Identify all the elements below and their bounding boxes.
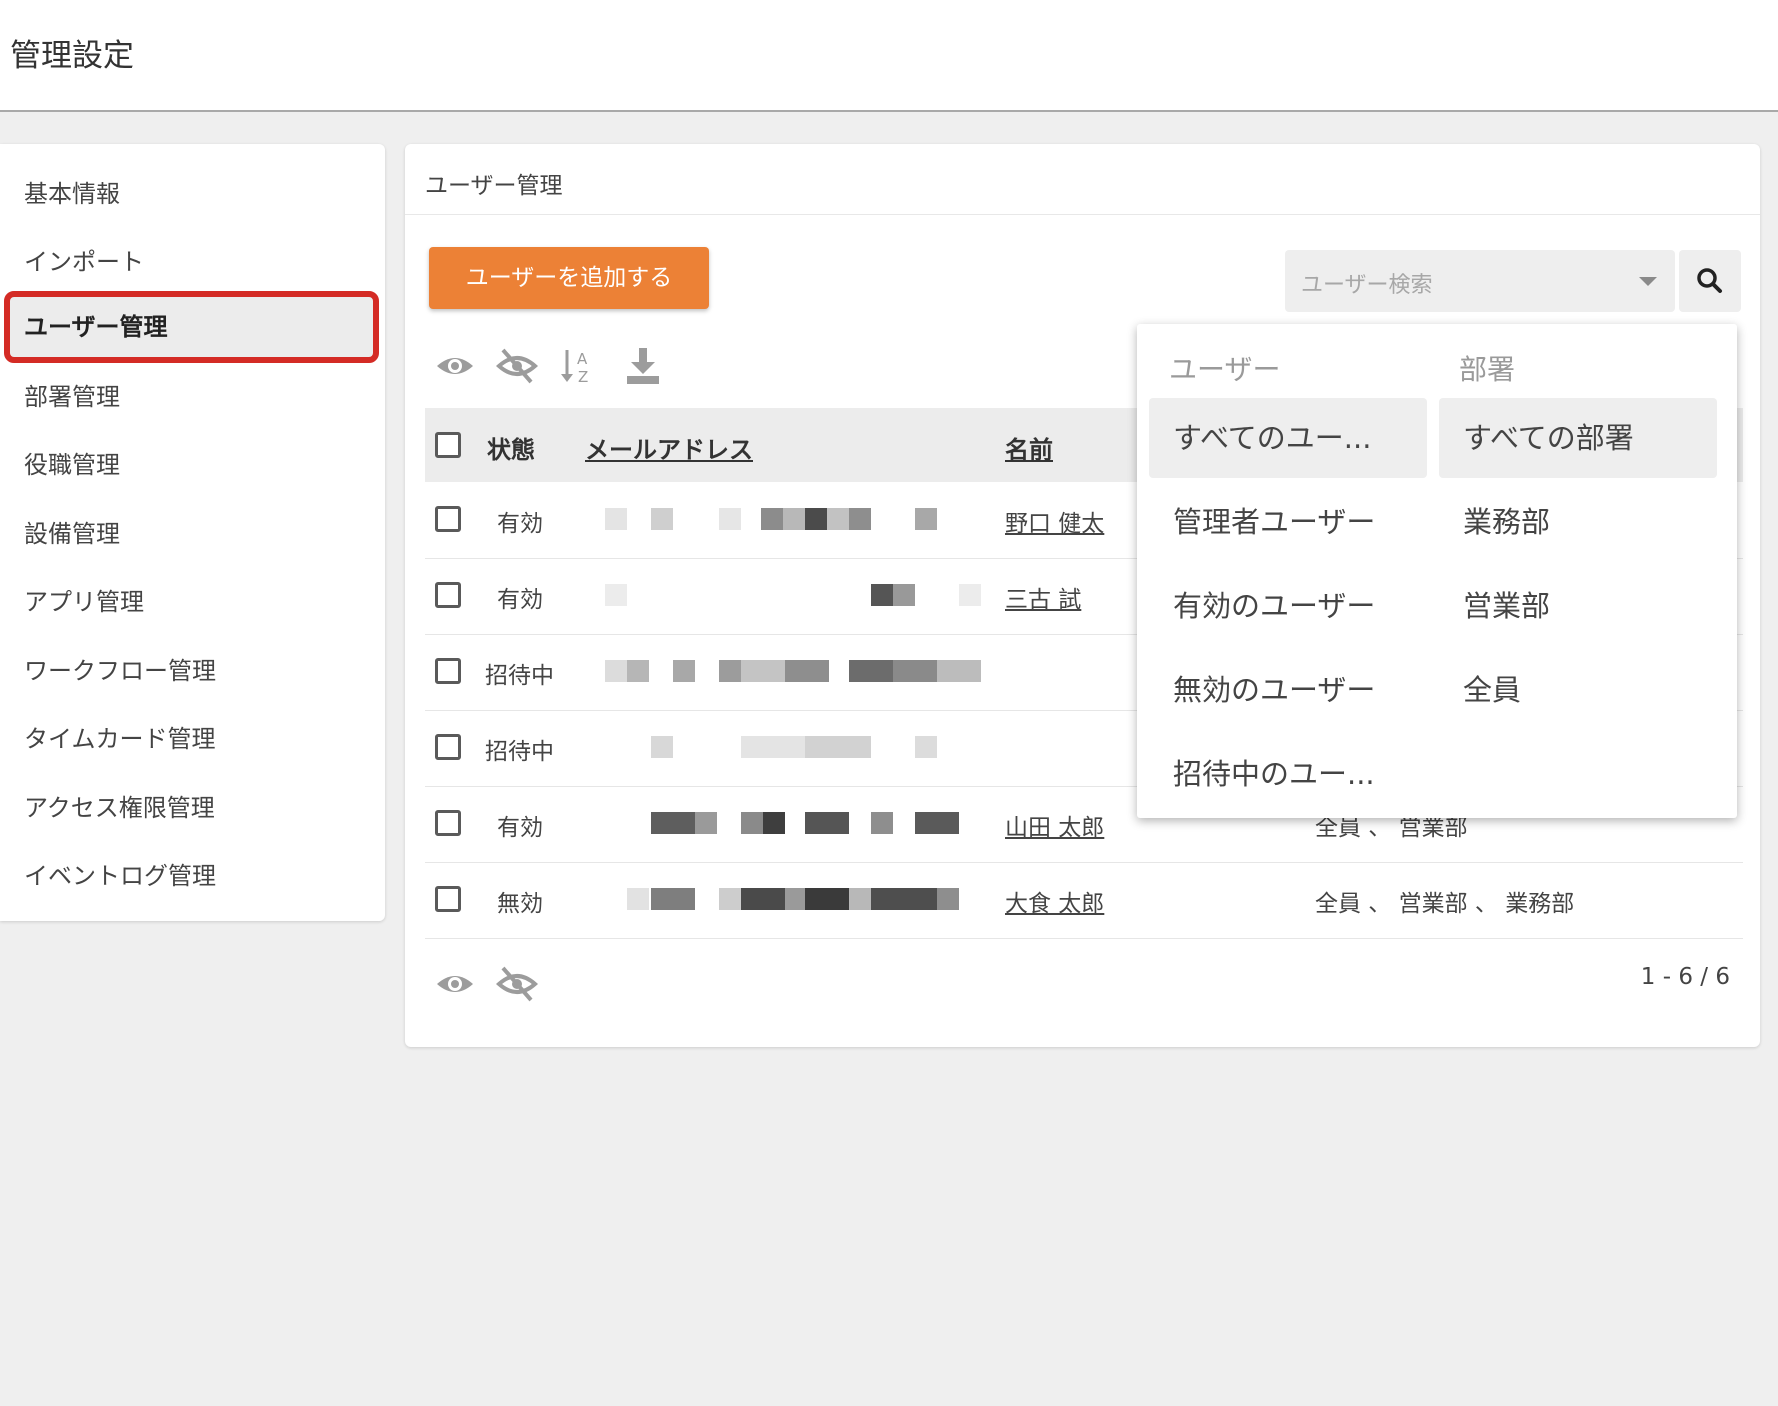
filter-dept-everyone[interactable]: 全員 xyxy=(1439,650,1717,730)
sidebar-item-app-management[interactable]: アプリ管理 xyxy=(24,582,364,622)
download-icon[interactable] xyxy=(621,344,665,388)
filter-user-invited[interactable]: 招待中のユー... xyxy=(1149,734,1427,814)
eye-off-icon[interactable] xyxy=(495,962,539,1006)
sidebar-item-basic-info[interactable]: 基本情報 xyxy=(24,174,364,214)
caret-down-icon[interactable] xyxy=(1639,277,1657,286)
sidebar: 基本情報 インポート ユーザー管理 部署管理 役職管理 設備管理 アプリ管理 ワ… xyxy=(0,144,385,921)
eye-off-icon[interactable] xyxy=(495,344,539,388)
row-checkbox[interactable] xyxy=(435,658,461,684)
email-redacted xyxy=(605,508,995,532)
column-status[interactable]: 状態 xyxy=(487,430,535,465)
pagination-count: 1 - 6 / 6 xyxy=(1640,964,1730,990)
filter-dept-all[interactable]: すべての部署 xyxy=(1439,398,1717,478)
select-all-checkbox[interactable] xyxy=(435,432,461,458)
page-title: 管理設定 xyxy=(10,38,134,74)
row-name-link[interactable]: 山田 太郎 xyxy=(1005,808,1104,842)
column-name[interactable]: 名前 xyxy=(1005,430,1053,465)
row-status: 有効 xyxy=(497,511,543,537)
sidebar-item-user-management[interactable]: ユーザー管理 xyxy=(24,307,364,347)
email-redacted xyxy=(605,736,995,760)
user-column-title: ユーザー xyxy=(1169,353,1281,386)
search-icon xyxy=(1697,268,1722,293)
sidebar-item-eventlog-management[interactable]: イベントログ管理 xyxy=(24,856,364,896)
row-name-link[interactable]: 大食 太郎 xyxy=(1005,884,1104,918)
email-redacted xyxy=(605,888,995,912)
top-bar: 管理設定 xyxy=(0,0,1778,112)
row-status: 有効 xyxy=(497,815,543,841)
row-status: 招待中 xyxy=(485,663,554,689)
eye-icon[interactable] xyxy=(433,962,477,1006)
sidebar-item-equipment-management[interactable]: 設備管理 xyxy=(24,514,364,554)
email-redacted xyxy=(605,584,995,608)
filter-user-all[interactable]: すべてのユー... xyxy=(1149,398,1427,478)
row-status: 無効 xyxy=(497,891,543,917)
row-checkbox[interactable] xyxy=(435,810,461,836)
panel-title: ユーザー管理 xyxy=(425,173,563,199)
row-checkbox[interactable] xyxy=(435,582,461,608)
search-placeholder: ユーザー検索 xyxy=(1301,273,1433,298)
filter-dept-sales[interactable]: 営業部 xyxy=(1439,566,1717,646)
search-filter-dropdown: ユーザー 部署 すべてのユー... 管理者ユーザー 有効のユーザー 無効のユーザ… xyxy=(1137,324,1737,818)
filter-dept-business[interactable]: 業務部 xyxy=(1439,482,1717,562)
sidebar-item-import[interactable]: インポート xyxy=(24,242,364,282)
filter-user-active[interactable]: 有効のユーザー xyxy=(1149,566,1427,646)
email-redacted xyxy=(605,660,995,684)
row-checkbox[interactable] xyxy=(435,506,461,532)
row-checkbox[interactable] xyxy=(435,886,461,912)
department-column-title: 部署 xyxy=(1459,353,1516,386)
sidebar-item-timecard-management[interactable]: タイムカード管理 xyxy=(24,719,364,759)
row-status: 招待中 xyxy=(485,739,554,765)
search-button[interactable] xyxy=(1679,250,1741,312)
row-status: 有効 xyxy=(497,587,543,613)
svg-text:Z: Z xyxy=(578,368,588,386)
svg-text:A: A xyxy=(577,350,588,368)
row-department: 全員 、 営業部 、 業務部 xyxy=(1315,891,1575,917)
table-row[interactable]: 無効 大食 太郎 全員 、 営業部 、 業務部 xyxy=(425,862,1743,939)
filter-user-admin[interactable]: 管理者ユーザー xyxy=(1149,482,1427,562)
user-search-select[interactable]: ユーザー検索 xyxy=(1285,250,1675,312)
filter-user-inactive[interactable]: 無効のユーザー xyxy=(1149,650,1427,730)
add-user-button[interactable]: ユーザーを追加する xyxy=(429,247,709,309)
sidebar-item-workflow-management[interactable]: ワークフロー管理 xyxy=(24,651,364,691)
eye-icon[interactable] xyxy=(433,344,477,388)
sidebar-item-department-management[interactable]: 部署管理 xyxy=(24,377,364,417)
sort-az-icon[interactable]: A Z xyxy=(557,344,601,388)
column-email[interactable]: メールアドレス xyxy=(585,430,753,465)
row-name-link[interactable]: 野口 健太 xyxy=(1005,504,1104,538)
sidebar-item-position-management[interactable]: 役職管理 xyxy=(24,445,364,485)
row-checkbox[interactable] xyxy=(435,734,461,760)
row-name-link[interactable]: 三古 試 xyxy=(1005,580,1081,614)
sidebar-item-access-management[interactable]: アクセス権限管理 xyxy=(24,788,364,828)
email-redacted xyxy=(605,812,995,836)
divider xyxy=(405,214,1760,215)
